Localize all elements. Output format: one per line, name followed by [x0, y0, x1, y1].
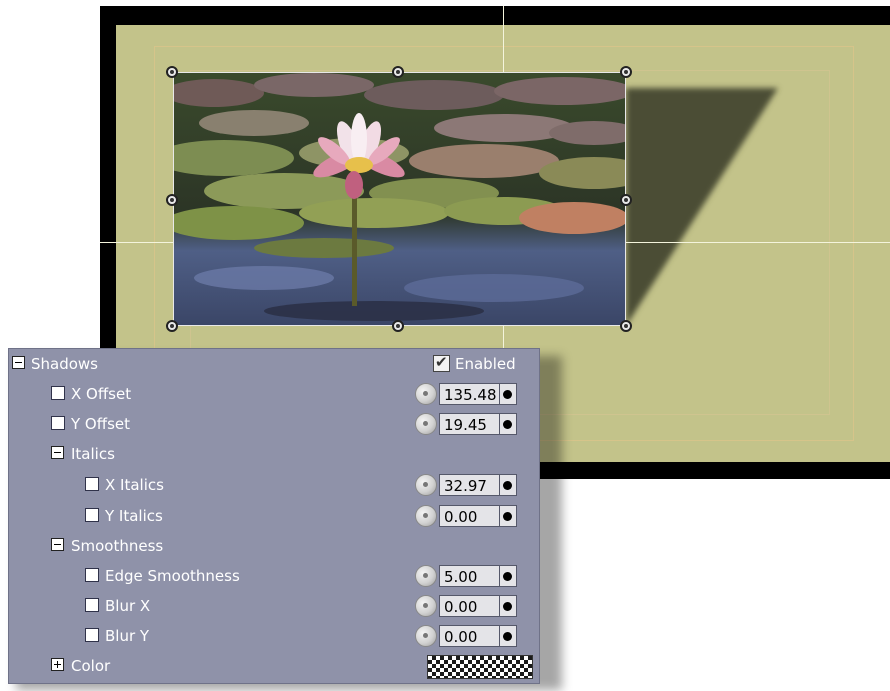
- keyframe-enable-checkbox[interactable]: [85, 568, 99, 582]
- shadows-properties-panel: Shadows ✔ Enabled X Offset 135.48 Y Offs…: [8, 348, 540, 684]
- resize-handle-bottom-left[interactable]: [166, 320, 178, 332]
- divider: [499, 506, 500, 526]
- keyframe-enable-checkbox[interactable]: [51, 386, 65, 400]
- value-dial-icon[interactable]: [415, 474, 437, 496]
- keyframe-enable-checkbox[interactable]: [51, 416, 65, 430]
- value-dial-icon[interactable]: [415, 625, 437, 647]
- value-dial-icon[interactable]: [415, 383, 437, 405]
- enabled-checkbox[interactable]: ✔: [433, 353, 450, 372]
- collapse-icon[interactable]: [12, 356, 25, 369]
- resize-handle-bottom-center[interactable]: [392, 320, 404, 332]
- value-text: 0.00: [444, 508, 478, 526]
- keyframe-dot-icon[interactable]: [503, 572, 512, 581]
- row-y-italics: Y Italics 0.00: [9, 501, 539, 531]
- keyframe-enable-checkbox[interactable]: [85, 628, 99, 642]
- resize-handle-top-left[interactable]: [166, 66, 178, 78]
- keyframe-dot-icon[interactable]: [503, 602, 512, 611]
- row-label: X Italics: [105, 476, 164, 494]
- divider: [499, 384, 500, 404]
- row-smoothness: Smoothness: [9, 531, 539, 561]
- value-field[interactable]: 0.00: [439, 595, 517, 617]
- resize-handle-middle-left[interactable]: [166, 194, 178, 206]
- row-x-offset: X Offset 135.48: [9, 379, 539, 409]
- row-label: Smoothness: [71, 537, 164, 555]
- divider: [499, 414, 500, 434]
- row-label: Color: [71, 657, 111, 675]
- row-y-offset: Y Offset 19.45: [9, 409, 539, 439]
- resize-handle-bottom-right[interactable]: [620, 320, 632, 332]
- row-shadows: Shadows ✔ Enabled: [9, 349, 539, 379]
- keyframe-enable-checkbox[interactable]: [85, 477, 99, 491]
- keyframe-dot-icon[interactable]: [503, 481, 512, 490]
- row-label: Blur X: [105, 597, 151, 615]
- divider: [499, 475, 500, 495]
- collapse-icon[interactable]: [51, 446, 64, 459]
- keyframe-dot-icon[interactable]: [503, 632, 512, 641]
- enabled-label: Enabled: [455, 355, 516, 373]
- resize-handle-top-right[interactable]: [620, 66, 632, 78]
- value-field[interactable]: 32.97: [439, 474, 517, 496]
- resize-handle-middle-right[interactable]: [620, 194, 632, 206]
- row-color: Color: [9, 651, 539, 681]
- keyframe-dot-icon[interactable]: [503, 390, 512, 399]
- keyframe-dot-icon[interactable]: [503, 420, 512, 429]
- keyframe-dot-icon[interactable]: [503, 512, 512, 521]
- row-label: Y Italics: [105, 507, 163, 525]
- keyframe-enable-checkbox[interactable]: [85, 508, 99, 522]
- value-text: 0.00: [444, 628, 478, 646]
- value-text: 5.00: [444, 568, 478, 586]
- resize-handle-top-center[interactable]: [392, 66, 404, 78]
- value-text: 19.45: [444, 416, 487, 434]
- row-label: Shadows: [31, 355, 99, 373]
- value-dial-icon[interactable]: [415, 595, 437, 617]
- row-label: Blur Y: [105, 627, 150, 645]
- row-edge-smoothness: Edge Smoothness 5.00: [9, 561, 539, 591]
- row-x-italics: X Italics 32.97: [9, 470, 539, 500]
- divider: [499, 596, 500, 616]
- water-lily-image: [174, 73, 625, 325]
- row-blur-y: Blur Y 0.00: [9, 621, 539, 651]
- row-label: X Offset: [71, 385, 132, 403]
- value-field[interactable]: 0.00: [439, 625, 517, 647]
- value-field[interactable]: 135.48: [439, 383, 517, 405]
- checkmark-icon: ✔: [435, 353, 448, 371]
- value-field[interactable]: 0.00: [439, 505, 517, 527]
- value-dial-icon[interactable]: [415, 413, 437, 435]
- value-text: 135.48: [444, 386, 497, 404]
- row-label: Edge Smoothness: [105, 567, 240, 585]
- divider: [499, 626, 500, 646]
- value-field[interactable]: 19.45: [439, 413, 517, 435]
- row-italics: Italics: [9, 439, 539, 469]
- value-field[interactable]: 5.00: [439, 565, 517, 587]
- value-dial-icon[interactable]: [415, 565, 437, 587]
- water-lily-photo[interactable]: [173, 72, 626, 326]
- value-text: 32.97: [444, 477, 487, 495]
- row-blur-x: Blur X 0.00: [9, 591, 539, 621]
- row-label: Y Offset: [71, 415, 130, 433]
- value-text: 0.00: [444, 598, 478, 616]
- value-dial-icon[interactable]: [415, 505, 437, 527]
- expand-icon[interactable]: [51, 658, 64, 671]
- divider: [499, 566, 500, 586]
- keyframe-enable-checkbox[interactable]: [85, 598, 99, 612]
- color-swatch[interactable]: [427, 655, 533, 679]
- collapse-icon[interactable]: [51, 538, 64, 551]
- italic-shadow-polygon: [626, 88, 778, 326]
- row-label: Italics: [71, 445, 115, 463]
